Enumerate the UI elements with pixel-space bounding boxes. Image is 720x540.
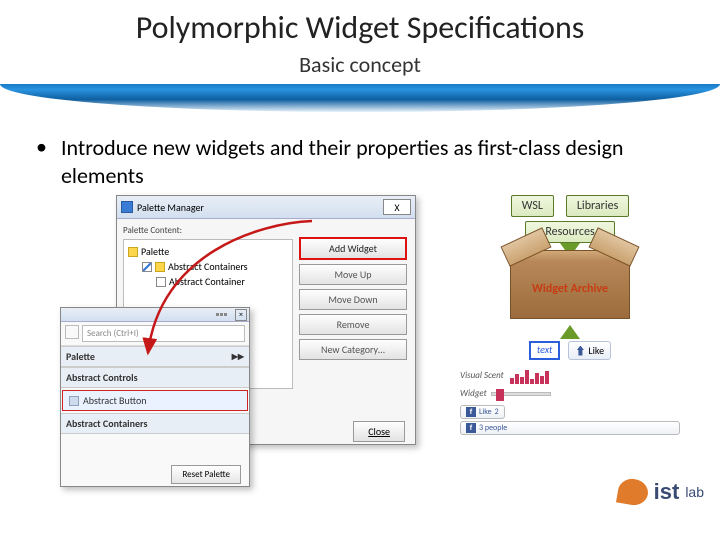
search-icon bbox=[65, 325, 79, 339]
section-abstract-containers[interactable]: Abstract Containers bbox=[61, 413, 249, 434]
tree-item: Abstract Container bbox=[169, 275, 245, 288]
tree-group: Abstract Containers bbox=[168, 260, 248, 273]
like-button[interactable]: Like bbox=[568, 341, 611, 360]
search-input[interactable]: Search (Ctrl+I) bbox=[82, 325, 245, 342]
decorative-band bbox=[0, 84, 720, 112]
facebook-icon: f bbox=[466, 407, 476, 417]
palette-content-label: Palette Content: bbox=[123, 225, 293, 236]
slider-knob[interactable] bbox=[496, 389, 504, 401]
dialog-titlebar[interactable]: Palette Manager X bbox=[117, 196, 415, 219]
move-down-button[interactable]: Move Down bbox=[299, 289, 407, 310]
like-label: Like bbox=[588, 344, 604, 357]
list-item-abstract-button[interactable]: Abstract Button bbox=[62, 390, 248, 411]
fb-like-label: Like bbox=[479, 407, 492, 417]
visual-scent-bars bbox=[510, 366, 680, 384]
logo-lab: lab bbox=[685, 484, 704, 500]
istlab-logo: istlab bbox=[618, 479, 704, 505]
section-label: Abstract Containers bbox=[66, 417, 147, 430]
thumb-up-icon bbox=[575, 346, 585, 356]
new-category-button[interactable]: New Category… bbox=[299, 339, 407, 360]
arch-box-wsl: WSL bbox=[511, 195, 554, 217]
bullet-text: Introduce new widgets and their properti… bbox=[61, 134, 684, 189]
close-button[interactable]: Close bbox=[353, 421, 405, 442]
bullet-row: • Introduce new widgets and their proper… bbox=[0, 112, 720, 189]
close-icon[interactable]: X bbox=[383, 199, 411, 215]
facebook-icon: f bbox=[466, 423, 476, 433]
folder-icon bbox=[128, 247, 138, 257]
chevron-icon: ▶▶ bbox=[232, 352, 244, 362]
section-label: Palette bbox=[66, 350, 95, 363]
logo-ist: ist bbox=[654, 479, 680, 505]
widget-archive-diagram: WSL Libraries Resources Widget Archive t… bbox=[460, 195, 680, 435]
arrow-up-icon bbox=[560, 325, 580, 339]
move-up-button[interactable]: Move Up bbox=[299, 264, 407, 285]
bullet-marker: • bbox=[36, 134, 47, 189]
dialog-title: Palette Manager bbox=[137, 201, 204, 214]
sample-widget-text: text bbox=[529, 341, 561, 360]
section-palette[interactable]: Palette ▶▶ bbox=[61, 346, 249, 367]
figure-area: Palette Manager X Palette Content: Palet… bbox=[0, 195, 720, 515]
list-item-label: Abstract Button bbox=[83, 394, 147, 407]
add-widget-button[interactable]: Add Widget bbox=[299, 237, 407, 260]
tree-root: Palette bbox=[141, 245, 169, 258]
slider-track[interactable] bbox=[491, 392, 551, 396]
drag-dots-icon bbox=[216, 313, 227, 316]
visual-scent-label: Visual Scent bbox=[460, 370, 504, 381]
folder-icon bbox=[155, 262, 165, 272]
widget-icon bbox=[69, 396, 79, 406]
facebook-like-pill[interactable]: f Like 2 bbox=[460, 405, 505, 419]
slide-header: Polymorphic Widget Specifications Basic … bbox=[0, 0, 720, 82]
fb-people-label: 3 people bbox=[479, 423, 507, 433]
slide-title: Polymorphic Widget Specifications bbox=[0, 8, 720, 47]
checkbox-icon[interactable] bbox=[156, 277, 166, 287]
facebook-people-pill[interactable]: f 3 people bbox=[460, 421, 680, 435]
archive-box-label: Widget Archive bbox=[532, 282, 608, 296]
app-icon bbox=[121, 201, 133, 213]
visual-scent-widget: Visual Scent bbox=[460, 370, 504, 381]
archive-box: Widget Archive bbox=[510, 259, 630, 319]
section-label: Abstract Controls bbox=[66, 371, 138, 384]
slider-label: Widget bbox=[460, 388, 487, 399]
close-icon[interactable]: × bbox=[235, 309, 247, 321]
section-abstract-controls[interactable]: Abstract Controls bbox=[61, 367, 249, 388]
checkbox-icon[interactable] bbox=[142, 262, 152, 272]
panel-titlebar[interactable]: × bbox=[61, 308, 249, 322]
reset-palette-button[interactable]: Reset Palette bbox=[171, 465, 241, 484]
widget-slider: Widget bbox=[460, 388, 680, 399]
arch-box-libraries: Libraries bbox=[566, 195, 629, 217]
logo-blob-icon bbox=[616, 477, 650, 508]
remove-button[interactable]: Remove bbox=[299, 314, 407, 335]
palette-panel: × Search (Ctrl+I) Palette ▶▶ Abstract Co… bbox=[60, 307, 250, 487]
slide-subtitle: Basic concept bbox=[0, 51, 720, 78]
fb-like-count: 2 bbox=[495, 407, 499, 417]
